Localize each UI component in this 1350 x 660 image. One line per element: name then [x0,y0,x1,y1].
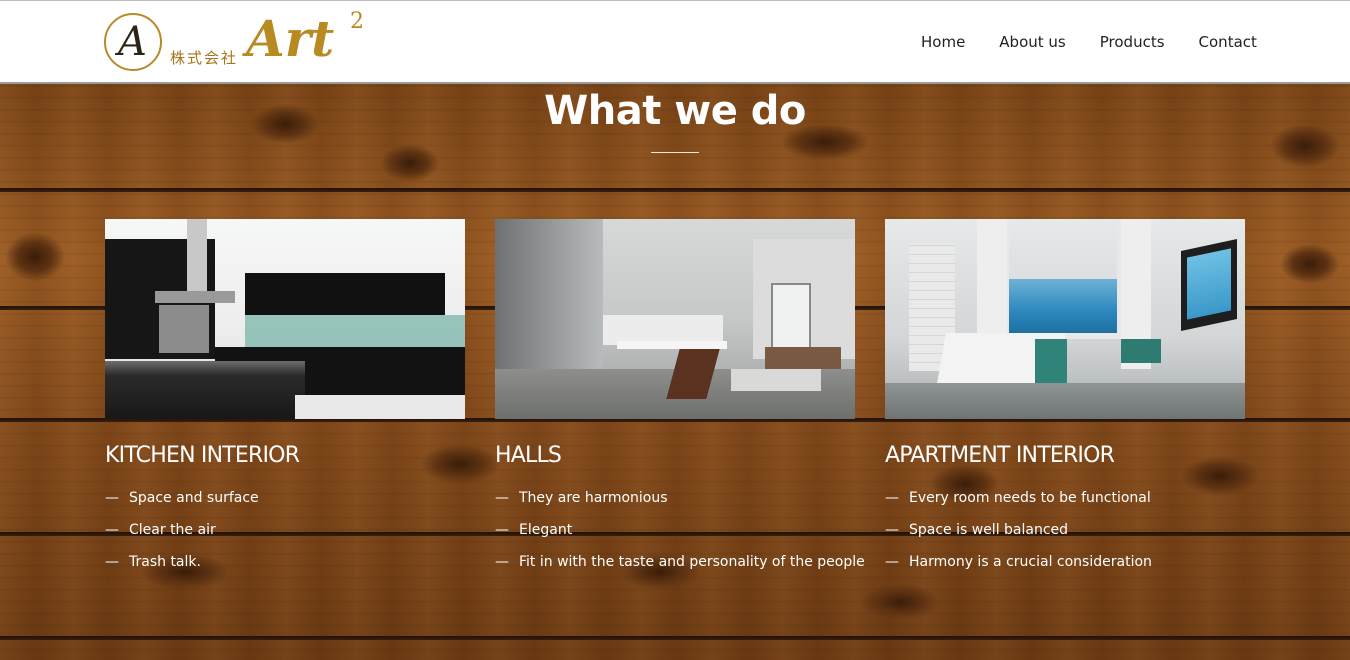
service-card-halls: HALLS — They are harmonious — Elegant — Fit… [495,219,865,570]
nav-contact[interactable]: Contact [1199,32,1257,52]
list-item: — Clear the air [105,519,259,551]
service-card-apartment: APARTMENT INTERIOR — Every room needs to … [885,219,1245,570]
logo-japanese-text: 株式会社 [170,49,239,67]
wood-knot [1180,456,1260,496]
dash-icon: — [105,554,119,570]
nav-home[interactable]: Home [921,32,965,52]
nav-products[interactable]: Products [1100,32,1165,52]
dash-icon: — [495,554,509,570]
wood-knot [5,232,65,282]
site-header: A 株式会社 Art 2 Home About us Products Cont… [0,0,1350,84]
list-item: — Fit in with the taste and personality o… [495,551,865,583]
service-card-kitchen: KITCHEN INTERIOR — Space and surface — Cle… [105,219,465,570]
list-item-text: Trash talk. [129,554,201,570]
feature-list: — Space and surface — Clear the air — Trash… [105,487,259,583]
list-item: — Space and surface [105,487,259,519]
plank-seam [0,636,1350,640]
wood-knot [380,144,440,182]
list-item-text: Space and surface [129,490,259,506]
list-item-text: Fit in with the taste and personality of… [519,554,865,570]
logo[interactable]: A 株式会社 Art 2 [104,9,374,75]
feature-list: — Every room needs to be functional — Spac… [885,487,1152,583]
dash-icon: — [885,522,899,538]
nav-about-us[interactable]: About us [999,32,1065,52]
plank-seam [0,188,1350,192]
list-item-text: They are harmonious [519,490,668,506]
card-title: KITCHEN INTERIOR [105,443,300,468]
logo-letter: A [118,19,147,65]
wood-knot [420,444,500,484]
dash-icon: — [885,490,899,506]
list-item-text: Every room needs to be functional [909,490,1151,506]
main-nav: Home About us Products Contact [921,32,1257,52]
list-item: — Trash talk. [105,551,259,583]
list-item-text: Elegant [519,522,573,538]
dash-icon: — [495,522,509,538]
card-title: APARTMENT INTERIOR [885,443,1115,468]
dash-icon: — [105,522,119,538]
section-title: What we do [544,88,806,134]
list-item: — Space is well balanced [885,519,1152,551]
list-item: — Every room needs to be functional [885,487,1152,519]
dash-icon: — [885,554,899,570]
logo-emblem: A [104,13,162,71]
list-item: — They are harmonious [495,487,865,519]
feature-list: — They are harmonious — Elegant — Fit in wi… [495,487,865,583]
hall-image[interactable] [495,219,855,419]
dash-icon: — [105,490,119,506]
card-title: HALLS [495,443,562,468]
apartment-image[interactable] [885,219,1245,419]
list-item-text: Harmony is a crucial consideration [909,554,1152,570]
list-item-text: Clear the air [129,522,216,538]
logo-superscript: 2 [350,9,364,34]
kitchen-image[interactable] [105,219,465,419]
list-item: — Elegant [495,519,865,551]
title-divider [651,152,699,153]
wood-knot [860,584,940,620]
wood-knot [1280,244,1340,284]
logo-brand-name: Art [246,9,335,68]
dash-icon: — [495,490,509,506]
list-item: — Harmony is a crucial consideration [885,551,1152,583]
list-item-text: Space is well balanced [909,522,1069,538]
